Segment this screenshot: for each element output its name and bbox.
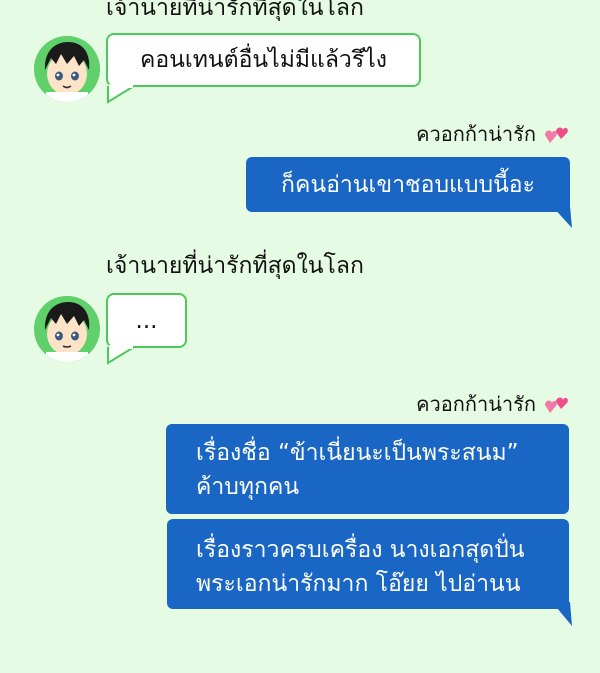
sender-name: เจ้านายที่น่ารักที่สุดในโลก: [106, 0, 364, 21]
two-hearts-icon: [545, 127, 568, 143]
message-text-line: เรื่องราวครบเครื่อง นางเอกสุดปั่น: [196, 537, 525, 563]
message-bubble: ก็คนอ่านเขาชอบแบบนี้อะ: [246, 157, 570, 212]
message-bubble: เรื่องราวครบเครื่อง นางเอกสุดปั่น พระเอก…: [167, 519, 569, 609]
message-text: ก็คนอ่านเขาชอบแบบนี้อะ: [281, 171, 535, 198]
message-bubble: เรื่องชื่อ “ข้าเนี่ยนะเป็นพระสนม” ค้าบทุ…: [166, 424, 569, 514]
sender-name: เจ้านายที่น่ารักที่สุดในโลก: [106, 253, 364, 279]
message-text: คอนเทนต์อื่นไม่มีแล้วรึไง: [139, 47, 387, 73]
self-name-text: ควอกก้าน่ารัก: [416, 392, 536, 416]
self-name: ควอกก้าน่ารัก: [416, 388, 568, 420]
self-name: ควอกก้าน่ารัก: [416, 118, 568, 150]
message-bubble: ...: [106, 293, 187, 348]
self-name-text: ควอกก้าน่ารัก: [416, 122, 536, 146]
bubble-tail: [552, 206, 572, 228]
message-bubble: คอนเทนต์อื่นไม่มีแล้วรึไง: [106, 33, 421, 87]
message-text: ...: [135, 307, 158, 334]
avatar-icon[interactable]: [34, 296, 100, 362]
bubble-tail: [552, 602, 572, 626]
message-text-line: พระเอกน่ารักมาก โอ๊ยย ไปอ่านน: [196, 571, 521, 597]
message-text-line: เรื่องชื่อ “ข้าเนี่ยนะเป็นพระสนม”: [196, 440, 519, 466]
two-hearts-icon: [545, 397, 568, 413]
avatar-icon[interactable]: [34, 36, 100, 102]
bubble-tail: [107, 345, 135, 365]
message-text-line: ค้าบทุกคน: [196, 474, 300, 500]
bubble-tail: [107, 84, 135, 104]
